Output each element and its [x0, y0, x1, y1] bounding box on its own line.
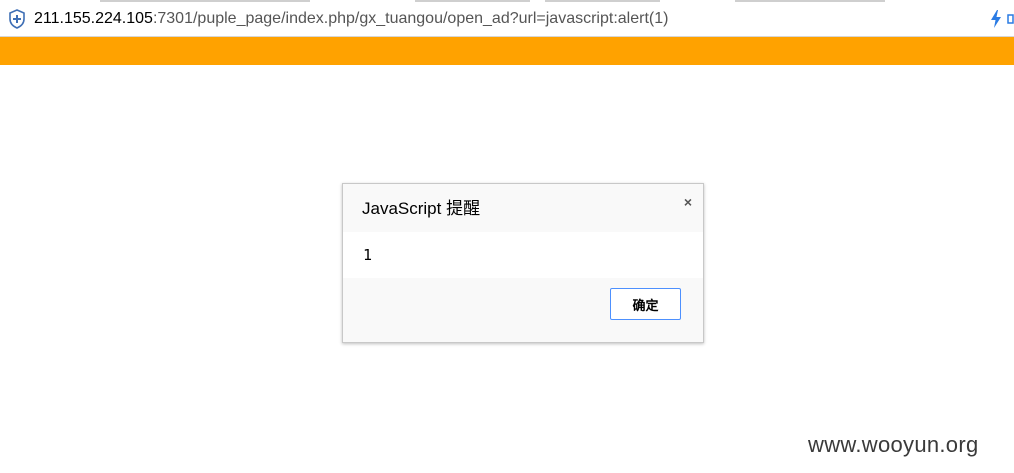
extension-icon[interactable]	[1006, 12, 1014, 26]
tab-strip-edge	[545, 0, 660, 2]
alert-dialog: JavaScript 提醒 × 1 确定	[342, 183, 704, 343]
url-host: 211.155.224.105	[34, 10, 153, 27]
dialog-title: JavaScript 提醒	[362, 199, 481, 218]
dialog-footer: 确定	[343, 278, 703, 342]
tab-strip-edge	[735, 0, 885, 2]
address-bar: 211.155.224.105:7301/puple_page/index.ph…	[0, 0, 1014, 37]
dialog-message: 1	[363, 246, 373, 264]
close-icon[interactable]: ×	[682, 195, 694, 209]
site-header-banner	[0, 37, 1014, 65]
url-path: :7301/puple_page/index.php/gx_tuangou/op…	[152, 10, 669, 27]
watermark: www.wooyun.org	[808, 432, 979, 457]
dialog-body: 1	[343, 232, 703, 278]
bolt-icon[interactable]	[990, 10, 1002, 28]
url-field[interactable]: 211.155.224.105:7301/puple_page/index.ph…	[34, 9, 668, 29]
shield-icon[interactable]	[8, 9, 26, 29]
tab-strip-edge	[100, 0, 310, 2]
ok-button[interactable]: 确定	[610, 288, 681, 320]
tab-strip-edge	[415, 0, 530, 2]
dialog-header: JavaScript 提醒 ×	[343, 184, 703, 232]
